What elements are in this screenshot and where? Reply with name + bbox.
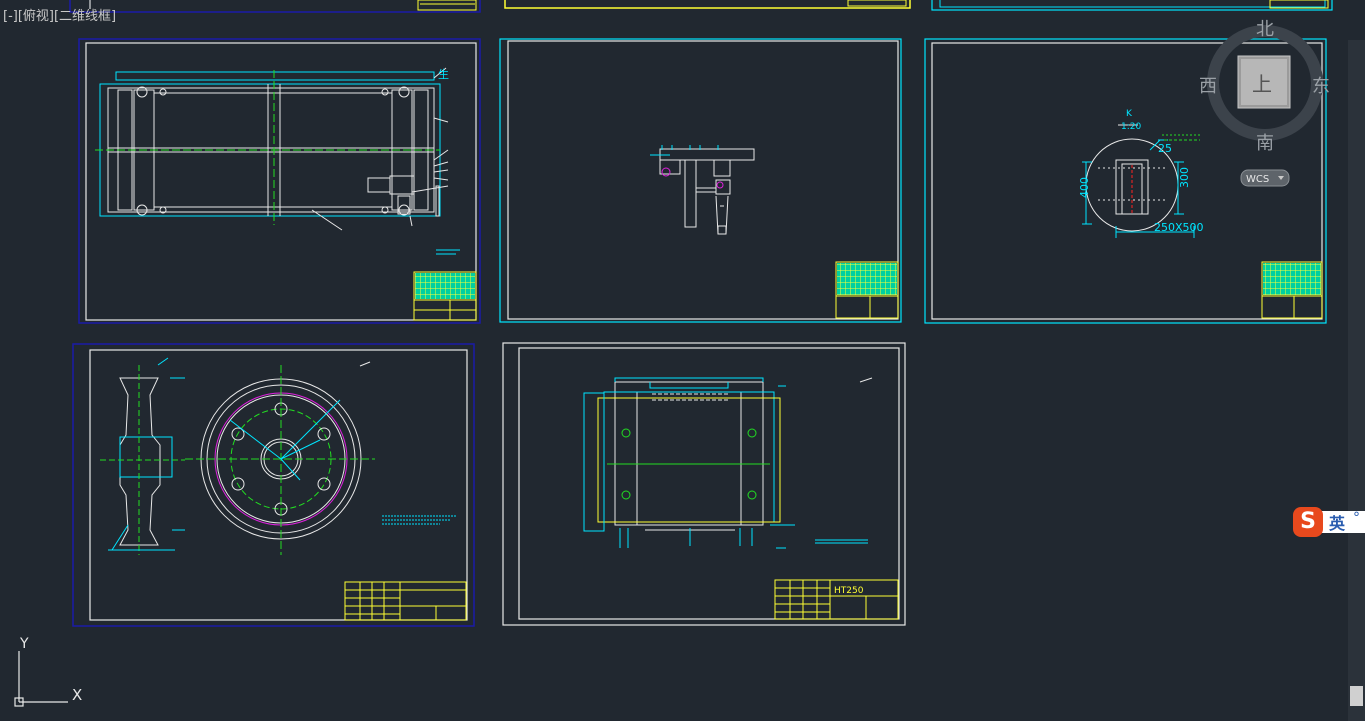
dimension-400: 400 xyxy=(1078,177,1091,198)
sheet-frame-assembly: 生 xyxy=(78,38,481,324)
viewcube-east-label[interactable]: 东 xyxy=(1312,72,1330,98)
detail-scale-value: 1:20 xyxy=(1121,122,1141,132)
sheet-bracket xyxy=(499,38,902,323)
dimension-300: 300 xyxy=(1178,167,1191,188)
vertical-scrollbar-thumb[interactable] xyxy=(1350,686,1363,706)
sogou-logo-icon[interactable]: S xyxy=(1293,507,1323,537)
top-partial-sheets xyxy=(69,0,1333,13)
sheet-housing xyxy=(502,342,906,626)
wcs-label: WCS xyxy=(1246,174,1269,185)
ime-mode-label[interactable]: 英 xyxy=(1329,510,1345,534)
viewcube-south-label[interactable]: 南 xyxy=(1256,129,1274,155)
dimension-25: 25 xyxy=(1158,142,1172,155)
model-space-viewport[interactable]: 生 K 1:20 25 300 400 250X500 HT250 Y X WC… xyxy=(0,0,1365,721)
drawing-canvas[interactable]: 生 K 1:20 25 300 400 250X500 HT250 Y X WC… xyxy=(0,0,1365,721)
housing-material-label: HT250 xyxy=(834,586,864,596)
ucs-icon xyxy=(14,651,68,707)
detail-scale-label: K xyxy=(1126,109,1133,119)
viewcube-west-label[interactable]: 西 xyxy=(1199,72,1217,98)
sheet-wheel xyxy=(72,343,475,627)
viewcube[interactable] xyxy=(1207,25,1323,187)
viewcube-top-face-label[interactable]: 上 xyxy=(1252,68,1272,97)
ucs-x-label: X xyxy=(72,686,82,704)
ime-toolbar[interactable]: S 英 ° xyxy=(1293,507,1365,537)
ime-punctuation-icon[interactable]: ° xyxy=(1353,510,1360,526)
svg-text:生: 生 xyxy=(438,67,449,81)
viewport-controls-label[interactable]: [-][俯视][二维线框] xyxy=(3,5,116,24)
viewcube-north-label[interactable]: 北 xyxy=(1256,15,1274,41)
vertical-scrollbar[interactable] xyxy=(1348,40,1365,721)
dimension-250x500: 250X500 xyxy=(1154,221,1204,234)
ucs-y-label: Y xyxy=(19,636,29,652)
